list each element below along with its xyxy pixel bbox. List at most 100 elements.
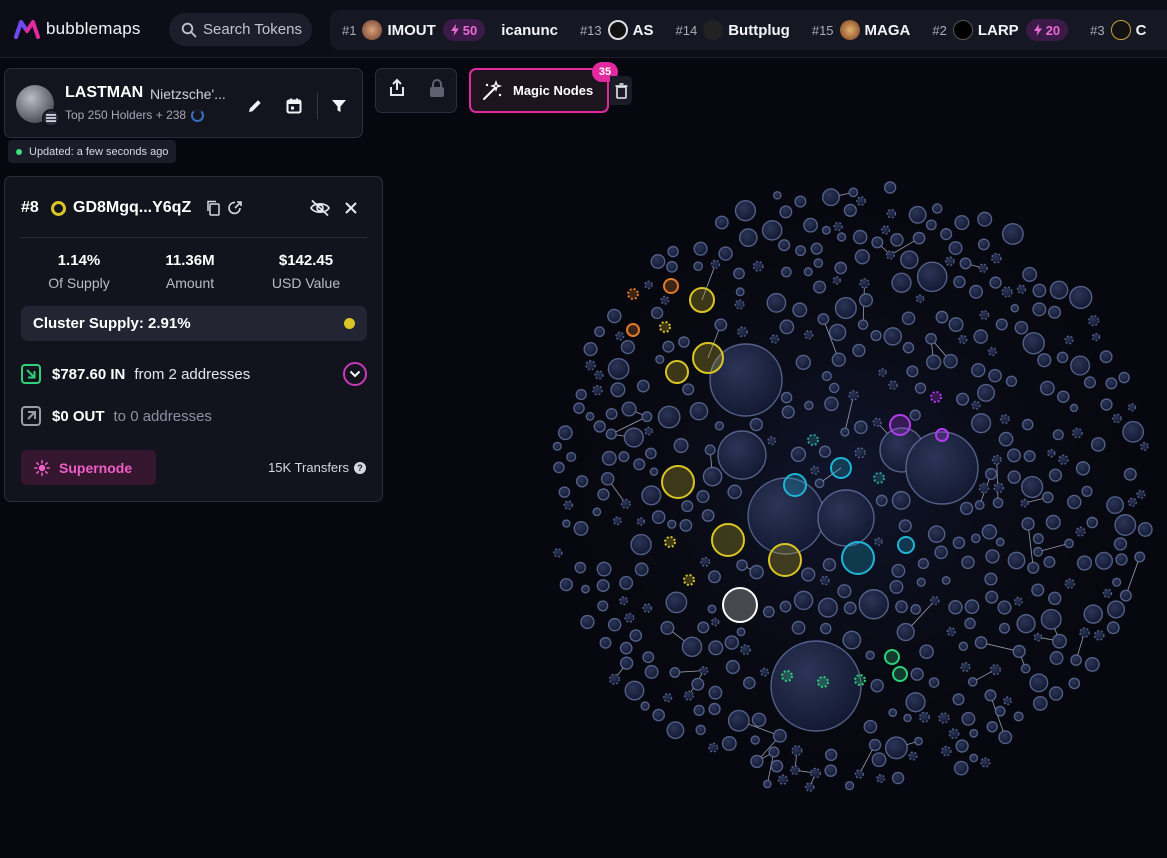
wallet-bubble[interactable] [734,299,745,310]
wallet-bubble[interactable] [891,563,906,578]
calendar-icon[interactable] [283,95,305,117]
wallet-bubble[interactable] [804,400,814,411]
wallet-bubble[interactable] [559,577,573,592]
wallet-bubble[interactable] [693,704,705,717]
wallet-bubble[interactable] [702,466,723,487]
wallet-bubble[interactable] [761,220,783,241]
cluster-bubble[interactable] [935,428,949,442]
wallet-bubble[interactable] [991,454,1002,465]
wallet-bubble[interactable] [821,188,840,207]
wallet-bubble[interactable] [834,261,848,275]
wallet-bubble[interactable] [1069,285,1093,310]
wallet-bubble[interactable] [872,417,882,427]
hide-icon[interactable] [308,199,332,217]
cluster-bubble[interactable] [626,323,640,337]
wallet-bubble[interactable] [592,507,602,517]
wallet-bubble[interactable] [667,519,677,529]
wallet-bubble[interactable] [820,575,830,586]
wallet-bubble[interactable] [858,589,889,620]
wallet-bubble[interactable] [836,232,847,242]
wallet-bubble[interactable] [803,330,814,340]
wallet-bubble[interactable] [1020,663,1031,674]
wallet-bubble[interactable] [1122,420,1145,443]
wallet-bubble[interactable] [1068,677,1081,690]
wallet-bubble[interactable] [792,302,808,318]
wallet-bubble[interactable] [810,465,820,475]
wallet-bubble[interactable] [946,626,956,637]
wallet-bubble[interactable] [1048,686,1064,701]
wallet-bubble[interactable] [667,245,679,258]
wallet-bubble[interactable] [623,427,644,448]
wallet-bubble[interactable] [856,196,866,206]
ticker-item-larp[interactable]: #2 LARP 20 [932,19,1069,41]
wallet-bubble[interactable] [970,413,992,434]
wallet-bubble[interactable] [989,276,1002,289]
wallet-bubble[interactable] [620,498,631,509]
wallet-bubble[interactable] [810,767,822,779]
wallet-bubble[interactable] [958,641,969,651]
wallet-bubble[interactable] [619,656,634,670]
wallet-bubble[interactable] [878,368,887,377]
wallet-bubble[interactable] [843,203,857,217]
cluster-marker[interactable] [854,674,866,686]
cluster-marker[interactable] [683,574,695,586]
wallet-bubble[interactable] [597,488,610,501]
wallet-bubble[interactable] [660,295,670,305]
wallet-bubble[interactable] [813,258,824,268]
wallet-bubble[interactable] [1048,591,1062,606]
wallet-bubble[interactable] [697,621,710,634]
wallet-bubble[interactable] [636,379,650,393]
wallet-bubble[interactable] [717,430,767,480]
wallet-bubble[interactable] [596,579,610,593]
wallet-bubble[interactable] [794,195,807,208]
wallet-bubble[interactable] [985,590,999,604]
wallet-bubble[interactable] [1086,516,1099,529]
wallet-bubble[interactable] [650,306,664,320]
wallet-bubble[interactable] [977,238,990,251]
wallet-bubble[interactable] [964,599,980,615]
wallet-bubble[interactable] [952,693,965,706]
wallet-bubble[interactable] [1093,629,1105,641]
wallet-bubble[interactable] [581,584,590,594]
wallet-bubble[interactable] [1114,514,1137,536]
wallet-bubble[interactable] [736,559,748,571]
wallet-bubble[interactable] [925,332,937,345]
wallet-bubble[interactable] [583,342,598,357]
wallet-bubble[interactable] [791,620,806,635]
cluster-marker[interactable] [781,670,793,682]
wallet-bubble[interactable] [607,617,622,632]
wallet-bubble[interactable] [831,352,846,367]
wallet-bubble[interactable] [575,388,587,401]
cluster-marker[interactable] [664,536,676,548]
wallet-bubble[interactable] [1115,553,1128,566]
share-icon[interactable] [388,78,406,103]
wallet-bubble[interactable] [989,664,1001,676]
wallet-bubble[interactable] [804,782,815,792]
wallet-bubble[interactable] [988,368,1002,383]
wallet-bubble[interactable] [558,486,571,498]
wallet-bubble[interactable] [969,753,979,763]
wallet-bubble[interactable] [593,420,606,433]
wallet-bubble[interactable] [600,472,615,486]
wallet-bubble[interactable] [840,427,850,437]
wallet-bubble[interactable] [644,280,653,290]
wallet-bubble[interactable] [1075,461,1091,476]
wallet-bubble[interactable] [752,260,764,272]
wallet-bubble[interactable] [666,721,685,740]
wallet-bubble[interactable] [884,736,908,760]
external-link-icon[interactable] [226,199,244,217]
wallet-bubble[interactable] [624,680,645,701]
wallet-bubble[interactable] [1113,537,1128,551]
wallet-bubble[interactable] [833,221,843,232]
wallet-bubble[interactable] [944,256,955,267]
wallet-bubble[interactable] [974,636,988,649]
wallet-bubble[interactable] [1048,305,1062,319]
wallet-bubble[interactable] [817,313,830,326]
wallet-bubble[interactable] [1013,711,1024,722]
wallet-bubble[interactable] [1140,442,1149,451]
ticker-item-as[interactable]: #13 AS [580,20,654,40]
wallet-bubble[interactable] [959,501,974,516]
wallet-bubble[interactable] [1083,604,1103,624]
wallet-bubble[interactable] [795,354,811,371]
wallet-bubble[interactable] [854,769,865,779]
